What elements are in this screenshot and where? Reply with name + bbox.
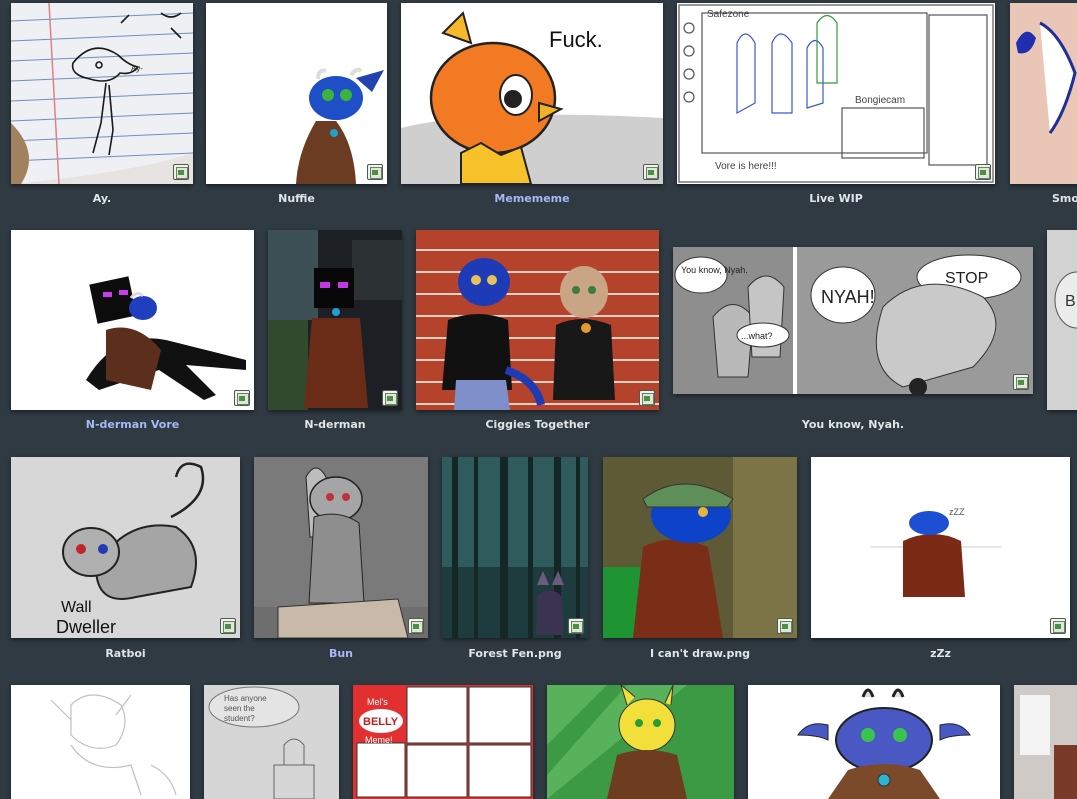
- image-file-icon: [1013, 374, 1029, 390]
- cartoon-bird-image: Fuck.: [401, 3, 663, 184]
- character-image: [547, 685, 734, 799]
- character-image: [268, 230, 402, 410]
- sketch-image: Has anyone seen the student?: [204, 685, 339, 799]
- image-text: Vore is here!!!: [715, 161, 777, 172]
- gallery-item-title[interactable]: zZz: [811, 647, 1070, 660]
- image-file-icon: [382, 390, 398, 406]
- svg-text:Ay-: Ay-: [131, 64, 143, 73]
- image-text: ...what?: [741, 331, 773, 341]
- image-file-icon: [173, 164, 189, 180]
- image-text: You know, Nyah.: [681, 265, 748, 275]
- gallery-item-title[interactable]: N-derman Vore: [11, 418, 254, 431]
- image-file-icon: [234, 390, 250, 406]
- gallery-item-title[interactable]: Smo: [1052, 192, 1077, 205]
- svg-text:B: B: [1065, 293, 1076, 310]
- image-file-icon: [568, 618, 584, 634]
- character-image: [254, 457, 428, 638]
- image-file-icon: [408, 618, 424, 634]
- image-text: STOP: [945, 270, 988, 287]
- image-text: Wall: [61, 599, 92, 616]
- character-image: [603, 457, 797, 638]
- image-text: seen the: [224, 704, 255, 713]
- gallery-item-title[interactable]: You know, Nyah.: [673, 418, 1033, 431]
- thumbnail-memememe[interactable]: Fuck.: [401, 3, 663, 184]
- image-text: zZZ: [949, 507, 965, 517]
- forest-image: [442, 457, 588, 638]
- characters-brick-wall-image: [416, 230, 659, 410]
- image-text: NYAH!: [821, 287, 875, 307]
- meme-template-image: Mel's BELLY Meme!: [353, 685, 533, 799]
- image-file-icon: [643, 164, 659, 180]
- image-file-icon: [367, 164, 383, 180]
- thumbnail-smo[interactable]: [1010, 3, 1077, 184]
- thumbnail-nuffie[interactable]: [206, 3, 387, 184]
- thumbnail-partial[interactable]: B: [1047, 230, 1077, 410]
- character-image: [1010, 3, 1077, 184]
- sketch-image: B: [1047, 230, 1077, 410]
- comic-panel-image: You know, Nyah. ...what? NYAH! STOP: [673, 247, 1033, 394]
- thumbnail-ratboi[interactable]: Wall Dweller: [11, 457, 240, 638]
- image-file-icon: [975, 164, 991, 180]
- thumbnail-zzz[interactable]: zZZ: [811, 457, 1070, 638]
- character-image: [11, 230, 254, 410]
- image-text: Meme!: [365, 735, 393, 745]
- gallery-item-title[interactable]: Live WIP: [677, 192, 995, 205]
- character-image: zZZ: [811, 457, 1070, 638]
- gallery-item-title[interactable]: N-derman: [268, 418, 402, 431]
- image-file-icon: [777, 618, 793, 634]
- thumbnail-dragon-character[interactable]: [748, 685, 1000, 799]
- image-text: BELLY: [363, 716, 399, 728]
- image-text: Safezone: [707, 9, 750, 20]
- image-text: Fuck.: [549, 27, 603, 52]
- image-text: Bongiecam: [855, 95, 905, 106]
- thumbnail-room-photo[interactable]: [1014, 685, 1077, 799]
- image-text: student?: [224, 714, 255, 723]
- sketch-image: [11, 685, 190, 799]
- thumbnail-n-derman[interactable]: [268, 230, 402, 410]
- character-image: Wall Dweller: [11, 457, 240, 638]
- gallery-grid: Ay- Ay. Nuffie Fuck. Memememe Safezone B…: [0, 0, 1077, 799]
- image-text: Dweller: [56, 617, 116, 637]
- thumbnail-sketch-1[interactable]: [11, 685, 190, 799]
- thumbnail-live-wip[interactable]: Safezone Bongiecam Vore is here!!!: [677, 3, 995, 184]
- gallery-item-title[interactable]: I can't draw.png: [603, 647, 797, 660]
- thumbnail-forest-fen[interactable]: [442, 457, 588, 638]
- image-file-icon: [1050, 618, 1066, 634]
- image-text: Mel's: [367, 697, 388, 707]
- thumbnail-ciggies-together[interactable]: [416, 230, 659, 410]
- photo-image: [1014, 685, 1077, 799]
- gallery-item-title[interactable]: Bun: [254, 647, 428, 660]
- gallery-item-title[interactable]: Memememe: [401, 192, 663, 205]
- thumbnail-sketch-2[interactable]: Has anyone seen the student?: [204, 685, 339, 799]
- character-image: [206, 3, 387, 184]
- thumbnail-i-cant-draw[interactable]: [603, 457, 797, 638]
- gallery-item-title[interactable]: Ay.: [11, 192, 193, 205]
- gallery-item-title[interactable]: Ciggies Together: [416, 418, 659, 431]
- image-file-icon: [639, 390, 655, 406]
- gallery-item-title[interactable]: Nuffie: [206, 192, 387, 205]
- sketch-notebook-image: Ay-: [11, 3, 193, 184]
- thumbnail-yellow-character[interactable]: [547, 685, 734, 799]
- thumbnail-belly-meme[interactable]: Mel's BELLY Meme!: [353, 685, 533, 799]
- thumbnail-n-derman-vore[interactable]: [11, 230, 254, 410]
- thumbnail-ay[interactable]: Ay-: [11, 3, 193, 184]
- image-file-icon: [220, 618, 236, 634]
- thumbnail-bun[interactable]: [254, 457, 428, 638]
- thumbnail-you-know-nyah[interactable]: You know, Nyah. ...what? NYAH! STOP: [673, 247, 1033, 394]
- image-text: Has anyone: [224, 694, 267, 703]
- gallery-item-title[interactable]: Ratboi: [11, 647, 240, 660]
- gallery-item-title[interactable]: Forest Fen.png: [442, 647, 588, 660]
- character-image: [748, 685, 1000, 799]
- sketch-layout-image: Safezone Bongiecam Vore is here!!!: [677, 3, 995, 184]
